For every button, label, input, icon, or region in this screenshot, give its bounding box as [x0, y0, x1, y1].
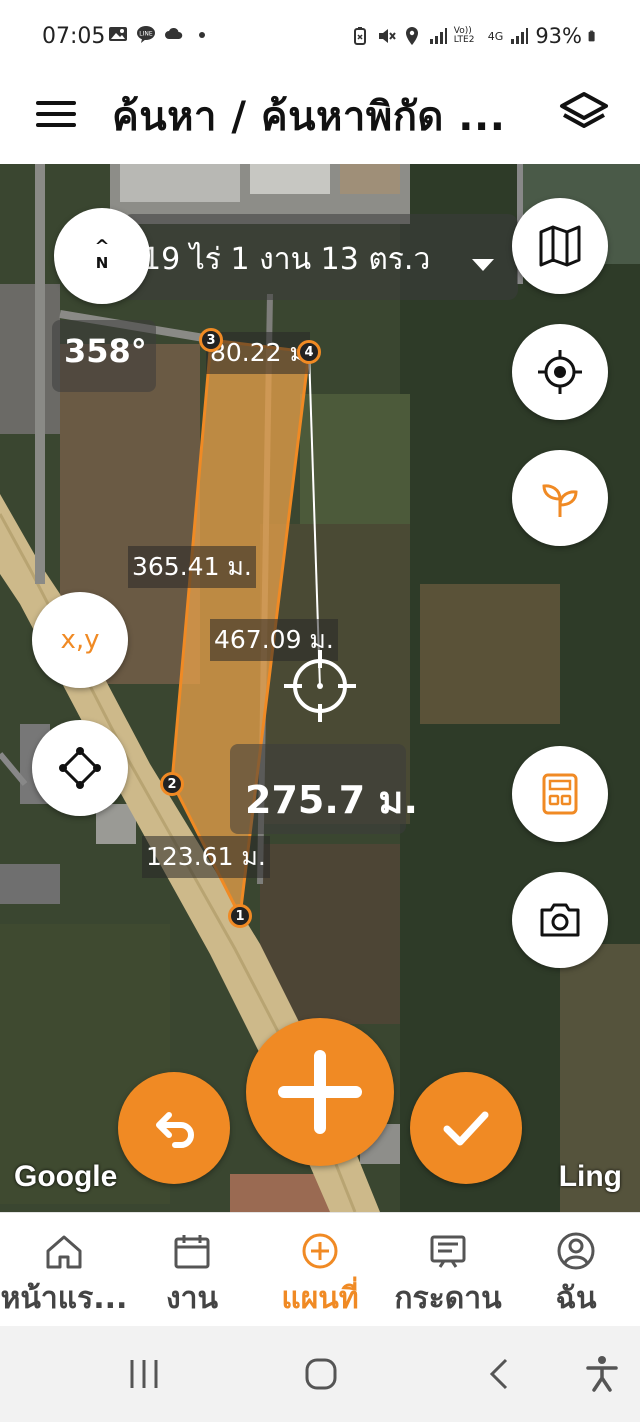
xy-coordinate-button[interactable]: x,y — [32, 592, 128, 688]
accessibility-icon[interactable] — [582, 1354, 622, 1394]
location-icon — [405, 27, 418, 45]
signal-icon-2 — [511, 28, 529, 44]
home-circle-icon[interactable] — [301, 1354, 341, 1394]
confirm-button[interactable] — [410, 1072, 522, 1184]
svg-text:LINE: LINE — [139, 31, 153, 38]
calculator-button[interactable] — [512, 746, 608, 842]
nav-label-map: แผนที่ — [281, 1281, 359, 1316]
my-location-button[interactable] — [512, 324, 608, 420]
plus-circle-icon — [302, 1233, 338, 1269]
crosshair-icon — [284, 650, 356, 722]
add-point-button[interactable] — [246, 1018, 394, 1166]
system-navigation-bar — [0, 1326, 640, 1422]
plus-icon — [278, 1050, 362, 1134]
area-dropdown-caret[interactable] — [472, 259, 494, 271]
area-summary: 19 ไร่ 1 งาน 13 ตร.ว — [142, 242, 431, 277]
layers-icon[interactable] — [558, 90, 610, 134]
camera-icon — [540, 903, 580, 937]
nav-item-tasks[interactable]: งาน — [128, 1213, 256, 1327]
nav-label-home: หน้าแร... — [0, 1281, 128, 1316]
vertex-marker[interactable]: 1 — [228, 904, 252, 928]
nav-item-board[interactable]: กระดาน — [384, 1213, 512, 1327]
calendar-icon — [174, 1235, 210, 1269]
nav-label-profile: ฉัน — [555, 1281, 597, 1316]
network-label: Vo)) LTE2 — [453, 26, 475, 45]
map-view[interactable]: 19 ไร่ 1 งาน 13 ตร.ว 358° ^ N x,y 80.22 … — [0, 164, 640, 1212]
google-attribution: Google — [14, 1160, 118, 1193]
sprout-icon — [542, 484, 578, 517]
nav-item-profile[interactable]: ฉัน — [512, 1213, 640, 1327]
compass-label: N — [95, 254, 109, 272]
status-time: 07:05 — [42, 24, 106, 49]
gallery-icon — [109, 27, 127, 41]
bottom-navigation: หน้าแร... งาน แผนที่ กระดาน ฉัน — [0, 1212, 640, 1326]
battery-percent: 93% — [535, 24, 582, 48]
nav-item-map[interactable]: แผนที่ — [256, 1213, 384, 1327]
recent-apps-icon[interactable] — [124, 1354, 164, 1394]
battery-saver-icon — [353, 27, 366, 45]
camera-button[interactable] — [512, 872, 608, 968]
polygon-tool-button[interactable] — [32, 720, 128, 816]
map-icon — [539, 225, 581, 267]
status-bar: 07:05 LINE Vo)) LTE2 4G 93% — [0, 0, 640, 72]
vertex-marker[interactable]: 4 — [297, 340, 321, 364]
menu-icon[interactable] — [36, 94, 76, 134]
plant-button[interactable] — [512, 450, 608, 546]
profile-icon — [557, 1232, 595, 1270]
target-location-icon — [538, 350, 582, 394]
vertex-marker[interactable]: 2 — [160, 772, 184, 796]
check-icon — [443, 1111, 489, 1146]
page-title: ค้นหา / ค้นหาพิกัด ... — [112, 94, 506, 140]
battery-icon — [588, 30, 595, 42]
line-app-icon: LINE — [137, 26, 155, 43]
signal-icon — [429, 28, 447, 44]
vertex-marker[interactable]: 3 — [199, 328, 223, 352]
nav-label-tasks: งาน — [165, 1281, 218, 1316]
compass-arrow-icon: ^ — [94, 236, 110, 257]
calculator-icon — [542, 773, 578, 815]
nav-item-home[interactable]: หน้าแร... — [0, 1213, 128, 1327]
ling-attribution: Ling — [558, 1160, 622, 1193]
cloud-icon — [165, 27, 183, 39]
dot-icon — [199, 32, 205, 38]
current-distance: 275.7 ม. — [245, 778, 418, 822]
heading-readout: 358° — [64, 332, 147, 370]
network-type: 4G — [487, 29, 504, 43]
board-icon — [430, 1235, 466, 1268]
mute-icon — [378, 29, 396, 43]
compass-button[interactable]: ^ N — [54, 208, 150, 304]
xy-button-label: x,y — [60, 625, 100, 655]
undo-button[interactable] — [118, 1072, 230, 1184]
back-icon[interactable] — [480, 1354, 520, 1394]
map-type-button[interactable] — [512, 198, 608, 294]
segment-label-left: 365.41 ม. — [128, 546, 256, 588]
status-notification-icons: LINE — [108, 24, 212, 44]
segment-label-bottom: 123.61 ม. — [142, 836, 270, 878]
undo-icon — [156, 1112, 194, 1148]
home-icon — [46, 1235, 82, 1269]
app-bar: ค้นหา / ค้นหาพิกัด ... — [0, 72, 640, 164]
status-system-icons: Vo)) LTE2 4G 93% — [350, 24, 600, 48]
polygon-icon — [59, 747, 101, 789]
nav-label-board: กระดาน — [394, 1281, 502, 1316]
